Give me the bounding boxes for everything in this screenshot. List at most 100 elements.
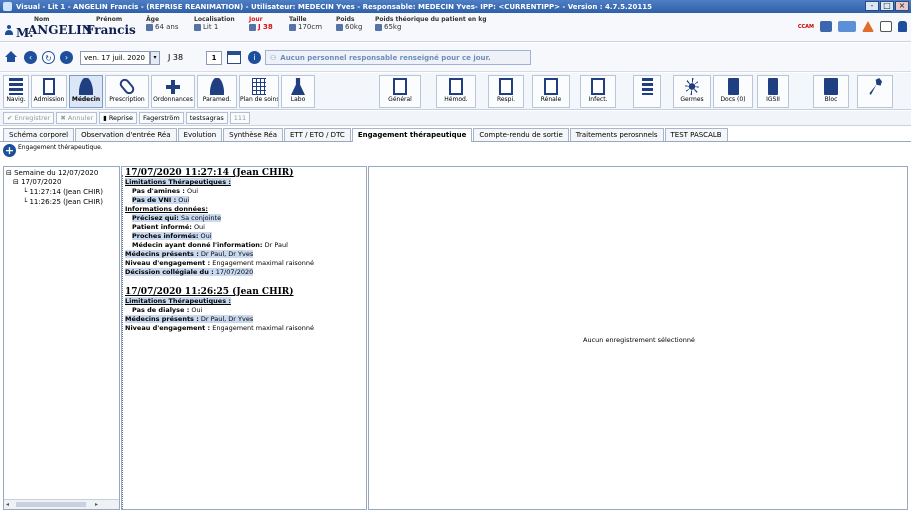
home-icon[interactable] — [5, 51, 18, 63]
nom-label: Nom — [34, 16, 50, 23]
add-record-button[interactable]: + — [3, 144, 16, 157]
module-list[interactable] — [633, 75, 661, 108]
ccam-icon[interactable]: CCAM — [798, 24, 814, 30]
module-label: Général — [388, 96, 412, 103]
tree-entry[interactable]: └ 11:27:14 (Jean CHIR) — [23, 188, 103, 196]
module-plan-de-soins[interactable]: Plan de soins — [239, 75, 279, 108]
tab-synthese-rea[interactable]: Synthèse Réa — [223, 128, 283, 141]
fagerstrom-button[interactable]: Fagerström — [139, 112, 184, 124]
maximize-button[interactable]: □ — [880, 1, 894, 11]
tree-day-node[interactable]: ⊟ 17/07/2020 — [13, 178, 61, 186]
tab-engagement-therapeutique[interactable]: Engagement thérapeutique — [351, 128, 473, 142]
save-button[interactable]: ✔ Enregistrer — [3, 112, 55, 124]
tab-observation-entree[interactable]: Observation d'entrée Réa — [75, 128, 177, 141]
tab-test-pascalb[interactable]: TEST PASCALB — [664, 128, 728, 141]
record-line: Niveau d'engagement : Engagement maximal… — [125, 259, 314, 267]
date-picker[interactable]: ven. 17 juil. 2020 — [80, 51, 150, 65]
taille-label: Taille — [289, 16, 307, 23]
module-ordonnances[interactable]: Ordonnances — [151, 75, 195, 108]
module-infect[interactable]: Infect. — [580, 75, 616, 108]
chart-icon — [544, 78, 558, 95]
divider — [122, 175, 124, 509]
record-line: Précisez qui: Sa conjointe — [132, 214, 222, 222]
detail-panel: Aucun enregistrement sélectionné — [368, 166, 908, 510]
responsable-message[interactable]: ⚇ Aucun personnel responsable renseigné … — [265, 50, 531, 65]
module-bloc[interactable]: Bloc — [813, 75, 849, 108]
patient-taille: 170cm — [298, 23, 323, 31]
record-line: Proches informés: Oui — [132, 232, 212, 240]
records-panel: 17/07/2020 11:27:14 (Jean CHIR) Limitati… — [121, 166, 367, 510]
pill-icon — [117, 76, 137, 97]
record-line: Pas de VNI : Oui — [132, 196, 190, 204]
horizontal-scrollbar[interactable]: ◂ ▸ — [4, 499, 119, 509]
111-button[interactable]: 111 — [229, 112, 251, 124]
tab-traitements-personnels[interactable]: Traitements perosnnels — [569, 128, 664, 141]
record-line: Pas de dialyse : Oui — [132, 306, 203, 314]
module-respi[interactable]: Respi. — [488, 75, 524, 108]
scroll-thumb[interactable] — [16, 502, 86, 507]
cancel-button[interactable]: ✖ Annuler — [56, 112, 98, 124]
module-toolbar: Navig. Admission Médecin Prescription Or… — [0, 73, 911, 110]
calendar-icon — [249, 23, 256, 31]
scroll-left-icon[interactable]: ◂ — [6, 501, 9, 508]
close-button[interactable]: × — [895, 1, 909, 11]
module-paramed[interactable]: Paramed. — [197, 75, 237, 108]
minimize-button[interactable]: - — [865, 1, 879, 11]
module-label: Navig. — [6, 96, 26, 103]
chart-icon — [499, 78, 513, 95]
tab-schema-corporel[interactable]: Schéma corporel — [3, 128, 75, 141]
day-number-field[interactable]: 1 — [206, 51, 222, 65]
window-controls: - □ × — [865, 1, 909, 11]
tree-week-node[interactable]: ⊟ Semaine du 12/07/2020 — [6, 169, 98, 177]
tree-entry[interactable]: └ 11:26:25 (Jean CHIR) — [23, 198, 103, 206]
group-icon[interactable] — [820, 21, 832, 32]
monitor-icon[interactable] — [838, 21, 856, 32]
section-title: Limitations Thérapeutiques : — [125, 297, 231, 305]
record-title[interactable]: 17/07/2020 11:26:25 (Jean CHIR) — [125, 287, 294, 297]
age-icon — [146, 23, 153, 31]
tab-compte-rendu-sortie[interactable]: Compte-rendu de sortie — [473, 128, 569, 141]
calendar-icon[interactable] — [227, 51, 241, 64]
biohazard-icon[interactable] — [862, 21, 874, 32]
poids-theorique-label: Poids théorique du patient en kg — [375, 16, 487, 23]
tab-evolution[interactable]: Evolution — [177, 128, 223, 141]
module-label: Infect. — [588, 96, 608, 103]
refresh-icon[interactable]: ↻ — [42, 51, 55, 64]
module-prescription[interactable]: Prescription — [105, 75, 149, 108]
module-labo[interactable]: Labo — [281, 75, 315, 108]
weight-icon — [375, 23, 382, 31]
doctor-icon — [79, 78, 93, 95]
module-germes[interactable]: Germes — [673, 75, 711, 108]
patient-poids-theorique: 65kg — [384, 23, 402, 31]
module-hemod[interactable]: Hémod. — [436, 75, 476, 108]
navigation-bar: ‹ ↻ › ven. 17 juil. 2020 ▾ J 38 1 i ⚇ Au… — [0, 43, 911, 72]
module-navig[interactable]: Navig. — [3, 75, 29, 108]
module-renale[interactable]: Rénale — [532, 75, 570, 108]
patient-nom: ANGELIN — [28, 23, 93, 37]
next-day-button[interactable]: › — [60, 51, 73, 64]
chevron-down-icon[interactable]: ▾ — [150, 51, 160, 65]
section-title: Informations données: — [125, 205, 208, 213]
module-docs[interactable]: Docs (0) — [713, 75, 753, 108]
record-title[interactable]: 17/07/2020 11:27:14 (Jean CHIR) — [125, 168, 294, 178]
reprise-button[interactable]: ▮ Reprise — [99, 112, 138, 124]
module-igsii[interactable]: IGSII — [757, 75, 789, 108]
module-settings[interactable] — [857, 75, 893, 108]
module-admission[interactable]: Admission — [31, 75, 67, 108]
info-icon[interactable]: i — [248, 51, 261, 64]
navigation-icon — [9, 78, 23, 95]
record-line: Niveau d'engagement : Engagement maximal… — [125, 324, 314, 332]
scroll-right-icon[interactable]: ▸ — [95, 501, 98, 508]
testsagras-button[interactable]: testsagras — [185, 112, 228, 124]
patient-info-bar: M. Nom ANGELIN Prénom Francis Âge 64 ans… — [0, 13, 911, 42]
tab-ett-eto-dtc[interactable]: ETT / ETO / DTC — [284, 128, 351, 141]
window-title-bar[interactable]: Visual - Lit 1 - ANGELIN Francis - (REPR… — [0, 0, 911, 13]
previous-day-button[interactable]: ‹ — [24, 51, 37, 64]
responsable-text: Aucun personnel responsable renseigné po… — [280, 53, 491, 62]
module-label: Hémod. — [444, 96, 468, 103]
module-general[interactable]: Général — [379, 75, 421, 108]
module-medecin[interactable]: Médecin — [69, 75, 103, 108]
mail-icon[interactable] — [880, 21, 892, 32]
lock-icon[interactable] — [898, 21, 907, 32]
score-document-icon — [768, 78, 778, 95]
